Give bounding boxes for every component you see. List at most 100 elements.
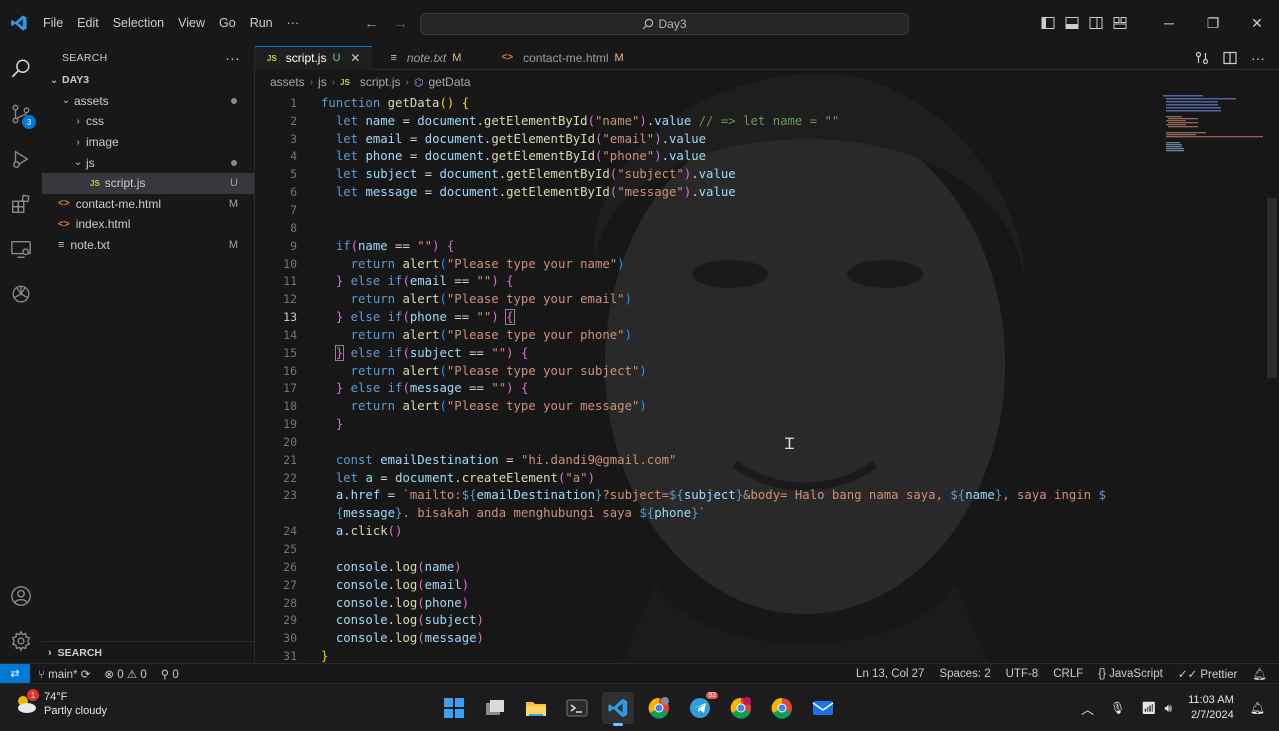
extensions-button[interactable] [0,181,42,226]
encoding[interactable]: UTF-8 [1006,668,1039,680]
search-section-header[interactable]: › SEARCH [42,641,255,663]
microphone-icon[interactable]: 🎙︎ [1110,701,1125,715]
menu-run[interactable]: Run [243,0,280,46]
code-line[interactable]: 2 let name = document.getElementById("na… [255,112,1106,130]
code-line[interactable]: 15 } else if(subject == "") { [255,344,1106,362]
code-line[interactable]: 5 let subject = document.getElementById(… [255,165,1106,183]
breadcrumb-item[interactable]: assets [270,75,305,89]
code-line[interactable]: 7 [255,201,1106,219]
restore-icon[interactable]: ❐ [1191,0,1235,46]
menu-view[interactable]: View [171,0,212,46]
terminal-button[interactable] [561,692,593,724]
chrome-profile-m-button[interactable] [725,692,757,724]
code-line[interactable]: 9 if(name == "") { [255,237,1106,255]
code-line[interactable]: 27 console.log(email) [255,576,1106,594]
chevron-up-icon[interactable]: ︿ [1081,699,1094,718]
minimize-icon[interactable]: ─ [1147,0,1191,46]
code-line[interactable]: 21 const emailDestination = "hi.dandi9@g… [255,451,1106,469]
code-line[interactable]: 19 } [255,415,1106,433]
toggle-panel-icon[interactable] [1065,16,1079,30]
indentation[interactable]: Spaces: 2 [939,668,990,680]
remote-explorer-button[interactable] [0,226,42,271]
language-mode[interactable]: {} JavaScript [1098,668,1163,680]
menu-edit[interactable]: Edit [70,0,106,46]
code-line[interactable]: 14 return alert("Please type your phone"… [255,326,1106,344]
cursor-position[interactable]: Ln 13, Col 27 [856,668,924,680]
workspace-root[interactable]: ⌄ DAY3 [42,70,254,91]
notifications-bell-icon[interactable]: 🔔︎ [1252,667,1267,681]
code-line[interactable]: 4 let phone = document.getElementById("p… [255,148,1106,166]
tree-item[interactable]: ⌄ js [42,152,254,173]
code-line[interactable]: 11 } else if(email == "") { [255,272,1106,290]
end-of-line[interactable]: CRLF [1053,668,1083,680]
toggle-primary-sidebar-icon[interactable] [1041,16,1055,30]
file-explorer-button[interactable] [520,692,552,724]
tree-item[interactable]: ≡ note.txt M [42,235,254,256]
manage-button[interactable] [0,618,42,663]
code-line[interactable]: 17 } else if(message == "") { [255,380,1106,398]
code-line[interactable]: 16 return alert("Please type your subjec… [255,362,1106,380]
code-line[interactable]: 29 console.log(subject) [255,611,1106,629]
code-line[interactable]: 28 console.log(phone) [255,594,1106,612]
breadcrumb-item[interactable]: getData [428,75,470,89]
accounts-button[interactable] [0,573,42,618]
telegram-button[interactable]: 92 [684,692,718,724]
close-icon[interactable]: ✕ [350,51,360,65]
run-debug-button[interactable] [0,136,42,181]
customize-layout-icon[interactable] [1113,16,1127,30]
task-view-button[interactable] [479,692,511,724]
vertical-scrollbar[interactable] [1267,198,1277,378]
tree-item[interactable]: › css [42,111,254,132]
close-icon[interactable]: ✕ [1235,0,1279,46]
code-line[interactable]: 10 return alert("Please type your name") [255,255,1106,273]
source-control-button[interactable]: 3 [0,91,42,136]
split-editor-icon[interactable] [1223,51,1237,65]
code-line[interactable]: 26 console.log(name) [255,558,1106,576]
code-line[interactable]: 25 [255,540,1106,558]
start-button[interactable] [438,692,470,724]
prettier-status[interactable]: ✓✓ Prettier [1178,667,1238,681]
breadcrumb-item[interactable]: script.js [360,75,401,89]
code-line[interactable]: 23 a.href = `mailto:${emailDestination}?… [255,487,1106,505]
code-line[interactable]: 18 return alert("Please type your messag… [255,397,1106,415]
ports-indicator[interactable]: ⚲ 0 [161,667,179,681]
problems-indicator[interactable]: ⊗ 0 ⚠ 0 [104,667,146,681]
code-line[interactable]: 20 [255,433,1106,451]
tree-item[interactable]: ⌄ assets [42,91,254,112]
mail-button[interactable] [807,692,839,724]
tree-item[interactable]: › image [42,132,254,153]
chrome-profile-button[interactable] [643,692,675,724]
menu-go[interactable]: Go [212,0,243,46]
more-actions-icon[interactable]: ··· [1251,50,1265,66]
code-line[interactable]: {message}. bisakah anda menghubungi saya… [255,504,1106,522]
code-line[interactable]: 24 a.click() [255,522,1106,540]
code-line[interactable]: 12 return alert("Please type your email"… [255,290,1106,308]
code-line[interactable]: 22 let a = document.createElement("a") [255,469,1106,487]
tab-note-txt[interactable]: ≡ note.txt M [372,46,473,70]
open-changes-icon[interactable] [1195,51,1209,65]
toggle-secondary-sidebar-icon[interactable] [1089,16,1103,30]
tree-item[interactable]: <> index.html [42,214,254,235]
minimap[interactable] [1163,94,1263,154]
chatgpt-button[interactable] [0,271,42,316]
vscode-taskbar-button[interactable] [602,692,634,726]
network-tray[interactable]: 📶︎ 🔊︎ [1141,701,1172,716]
command-center[interactable]: Day3 [420,13,909,35]
forward-arrow-icon[interactable]: → [393,15,408,32]
code-line[interactable]: 3 let email = document.getElementById("e… [255,130,1106,148]
clock[interactable]: 11:03 AM 2/7/2024 [1188,693,1234,723]
tab-script-js[interactable]: JS script.js U ✕ [255,46,373,70]
code-editor[interactable]: 1 function getData() {2 let name = docume… [255,73,1279,663]
menu-more[interactable]: ··· [280,0,307,46]
menu-selection[interactable]: Selection [106,0,171,46]
menu-file[interactable]: File [36,0,70,46]
branch-indicator[interactable]: ⑂ main* ⟳ [38,667,90,681]
search-view-button[interactable] [0,46,42,91]
code-line[interactable]: 31} [255,647,1106,663]
code-line[interactable]: 8 [255,219,1106,237]
sidebar-more-button[interactable]: ··· [225,50,240,66]
tree-item[interactable]: JS script.js U [42,172,254,194]
code-line[interactable]: 30 console.log(message) [255,629,1106,647]
code-line[interactable]: 1 function getData() { [255,94,1106,112]
breadcrumb-item[interactable]: js [318,75,327,89]
